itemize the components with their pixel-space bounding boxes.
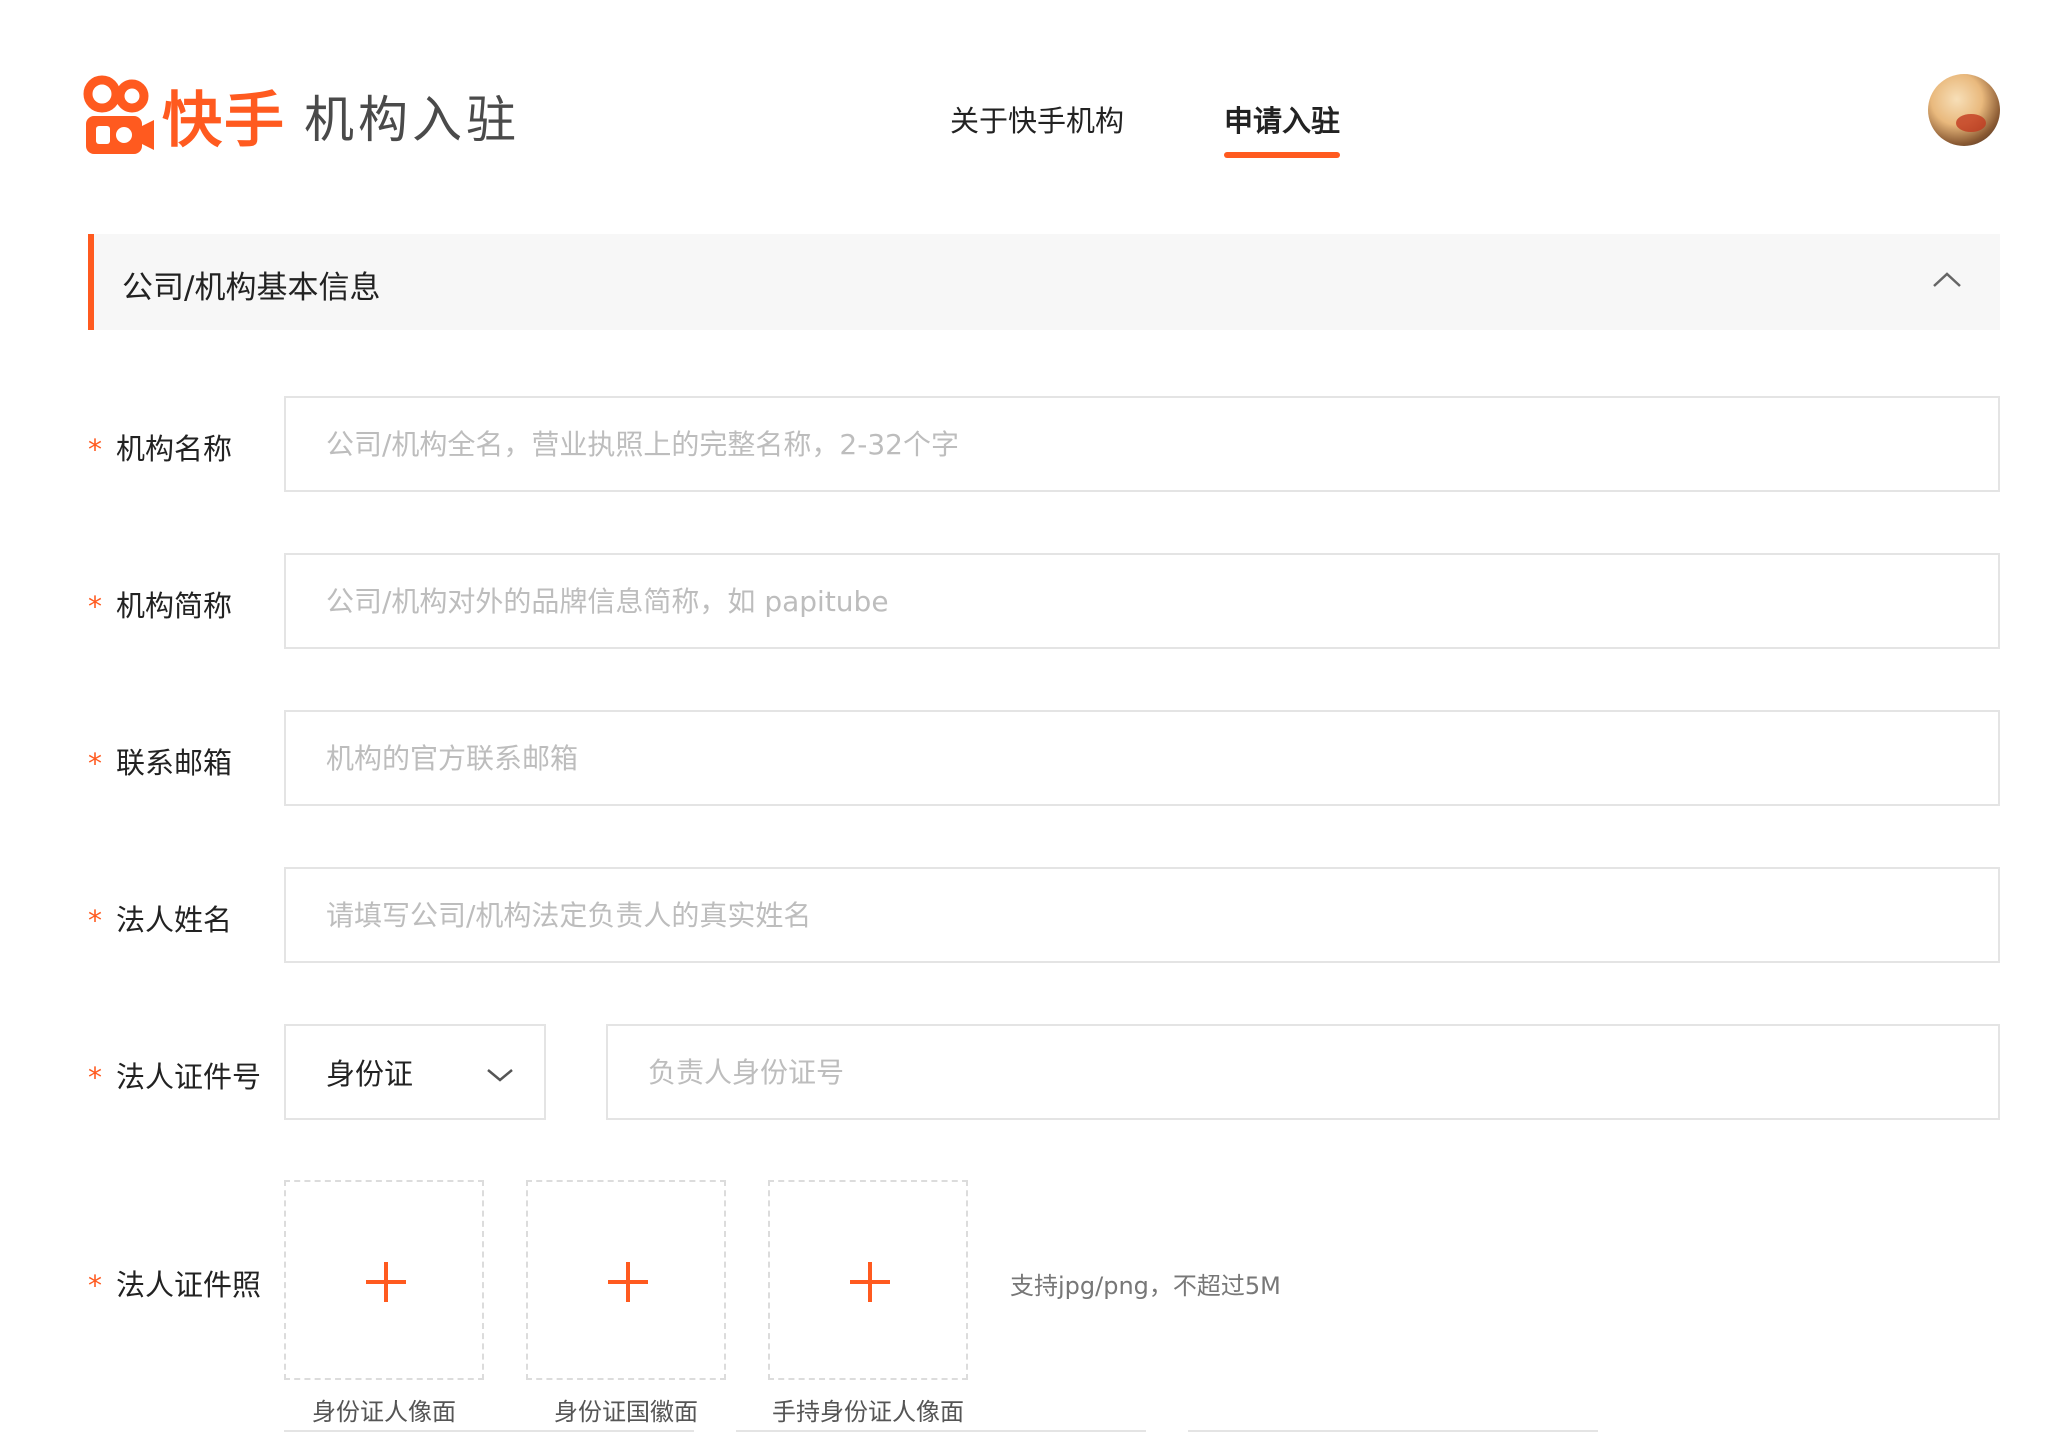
required-mark: * xyxy=(88,1061,102,1094)
org-short-label-text: 机构简称 xyxy=(116,589,233,623)
section-title: 公司/机构基本信息 xyxy=(122,270,381,306)
id-type-value: 身份证 xyxy=(326,1057,414,1091)
page: 快手 机构入驻 关于快手机构 申请入驻 公司/机构基本信息 * 机构名称 * 机构简… xyxy=(0,0,2054,1434)
chevron-up-icon[interactable] xyxy=(1930,264,1964,298)
org-short-label: * 机构简称 xyxy=(88,583,232,625)
brand-name: 快手 xyxy=(162,86,286,156)
upload-id-front-caption: 身份证人像面 xyxy=(312,1398,456,1426)
required-mark: * xyxy=(88,433,102,466)
org-short-input[interactable] xyxy=(284,553,2000,649)
upload-id-front[interactable] xyxy=(284,1180,484,1380)
legal-id-label-text: 法人证件号 xyxy=(116,1060,262,1094)
email-input[interactable] xyxy=(284,710,2000,806)
required-mark: * xyxy=(88,747,102,780)
org-name-label: * 机构名称 xyxy=(88,426,232,468)
id-type-select[interactable]: 身份证 xyxy=(284,1024,546,1120)
upload-id-handheld-caption: 手持身份证人像面 xyxy=(772,1398,964,1426)
required-mark: * xyxy=(88,1269,102,1302)
upload-id-handheld[interactable] xyxy=(768,1180,968,1380)
brand-subtitle: 机构入驻 xyxy=(304,90,520,149)
legal-photo-label-text: 法人证件照 xyxy=(116,1268,262,1302)
kuaishou-logo-icon xyxy=(83,75,154,154)
header: 快手 机构入驻 关于快手机构 申请入驻 xyxy=(0,0,2054,160)
legal-name-label-text: 法人姓名 xyxy=(116,903,233,937)
legal-name-input[interactable] xyxy=(284,867,2000,963)
nav-apply[interactable]: 申请入驻 xyxy=(1224,98,1341,158)
required-mark: * xyxy=(88,590,102,623)
legal-id-label: * 法人证件号 xyxy=(88,1054,261,1096)
email-label-text: 联系邮箱 xyxy=(116,746,233,780)
upload-hint: 支持jpg/png，不超过5M xyxy=(1010,1272,1281,1300)
upload-id-back[interactable] xyxy=(526,1180,726,1380)
next-row-field xyxy=(284,1430,694,1434)
required-mark: * xyxy=(88,904,102,937)
nav-about-label: 关于快手机构 xyxy=(950,104,1125,138)
upload-id-back-caption: 身份证国徽面 xyxy=(554,1398,698,1426)
next-row-field xyxy=(1188,1430,1598,1434)
section-basic-info[interactable]: 公司/机构基本信息 xyxy=(88,234,2000,330)
legal-photo-label: * 法人证件照 xyxy=(88,1262,261,1304)
nav-about[interactable]: 关于快手机构 xyxy=(950,98,1124,140)
brand-logo[interactable]: 快手 机构入驻 xyxy=(80,72,520,159)
chevron-down-icon xyxy=(487,1069,513,1082)
org-name-label-text: 机构名称 xyxy=(116,432,233,466)
email-label: * 联系邮箱 xyxy=(88,740,232,782)
nav-active-indicator xyxy=(1224,152,1341,158)
nav-apply-label: 申请入驻 xyxy=(1224,104,1341,138)
legal-name-label: * 法人姓名 xyxy=(88,897,232,939)
next-row-field xyxy=(736,1430,1146,1434)
org-name-input[interactable] xyxy=(284,396,2000,492)
user-avatar[interactable] xyxy=(1928,74,2000,146)
legal-id-input[interactable] xyxy=(606,1024,2000,1120)
